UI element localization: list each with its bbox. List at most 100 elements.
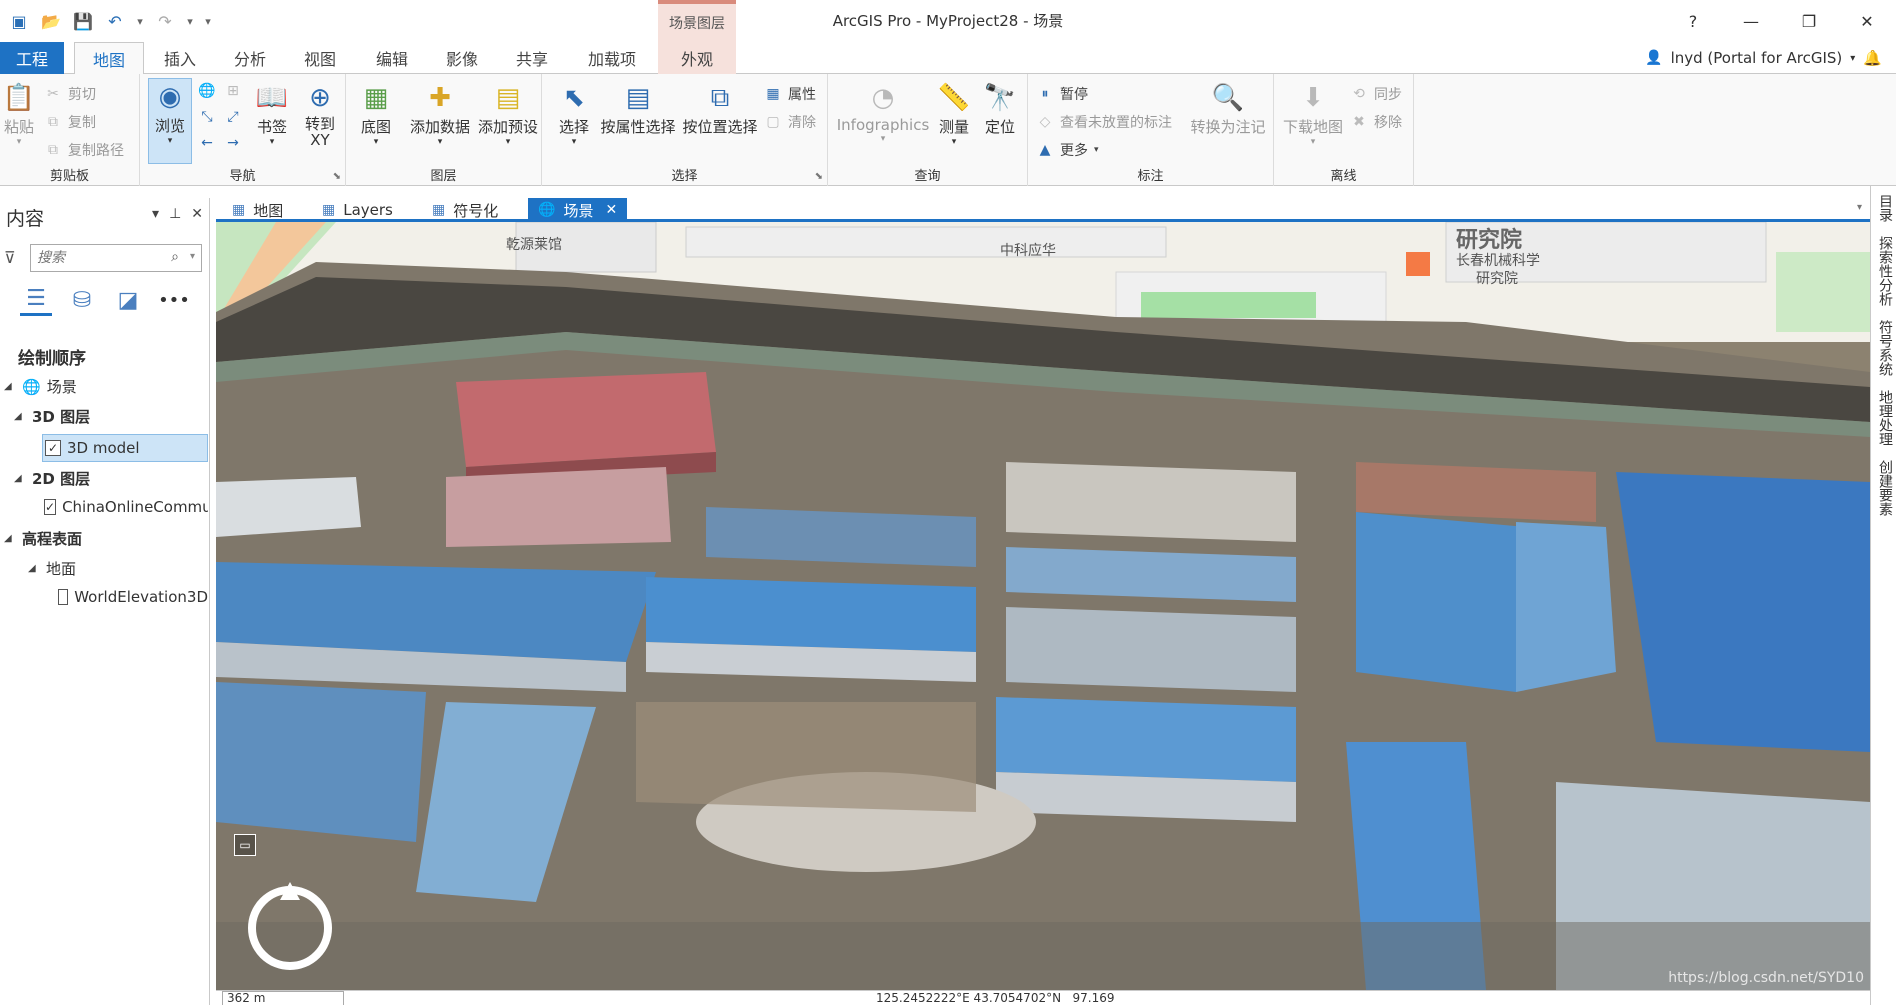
undo-icon[interactable]: ↶ xyxy=(102,8,128,34)
goto-xy-button[interactable]: ⊕ 转到 XY xyxy=(298,80,342,148)
infographics-button[interactable]: ◔ Infographics ▾ xyxy=(837,80,930,144)
cut-button[interactable]: ✂ 剪切 xyxy=(44,84,96,104)
user-area[interactable]: 👤 lnyd (Portal for ArcGIS) ▾ 🔔 xyxy=(1645,42,1882,74)
tree-elevation-surfaces[interactable]: ◢ 高程表面 xyxy=(4,528,82,549)
remove-button[interactable]: ✖ 移除 xyxy=(1350,112,1402,132)
selection-launcher-icon[interactable]: ⬊ xyxy=(815,171,823,182)
list-by-data-source-icon[interactable]: ⛁ xyxy=(66,284,98,316)
tree-3d-model[interactable]: ✓ 3D model xyxy=(42,434,208,462)
pin-icon[interactable]: ⊥ xyxy=(169,206,181,222)
view-tab-layers[interactable]: ▦ Layers xyxy=(312,198,403,222)
undo-dropdown-icon[interactable]: ▾ xyxy=(134,8,146,34)
search-dropdown-icon[interactable]: ▾ xyxy=(190,251,195,262)
redo-icon[interactable]: ↷ xyxy=(152,8,178,34)
select-by-attributes-button[interactable]: ▤ 按属性选择 xyxy=(598,80,678,137)
add-data-button[interactable]: ✚ 添加数据 ▾ xyxy=(406,80,474,147)
open-project-icon[interactable]: 📂 xyxy=(38,8,64,34)
minimize-button[interactable]: — xyxy=(1722,0,1780,42)
add-preset-button[interactable]: ▤ 添加预设 ▾ xyxy=(474,80,542,147)
list-by-drawing-order-icon[interactable]: ☰ xyxy=(20,284,52,316)
map-icon: ▦ xyxy=(322,202,336,218)
zoom-in-icon[interactable]: ⤡ xyxy=(198,108,216,126)
dock-geoprocessing[interactable]: 地理处理 xyxy=(1875,390,1895,446)
locate-button[interactable]: 🔭 定位 xyxy=(978,80,1022,137)
right-dock: 目录 探索性分析 符号系统 地理处理 创建要素 xyxy=(1870,186,1896,1005)
close-button[interactable]: ✕ xyxy=(1838,0,1896,42)
dock-symbology[interactable]: 符号系统 xyxy=(1875,320,1895,376)
more-views-icon[interactable]: ••• xyxy=(158,284,190,316)
zoom-out-icon[interactable]: ⤢ xyxy=(224,108,242,126)
layer-visibility-checkbox[interactable] xyxy=(58,589,69,605)
tree-china-online[interactable]: ✓ ChinaOnlineCommunity xyxy=(44,498,208,516)
view-tabs-dropdown-icon[interactable]: ▾ xyxy=(1857,202,1862,213)
contents-search-box[interactable]: ⌕ ▾ xyxy=(30,244,202,272)
view-tab-scene[interactable]: 🌐 场景 ✕ xyxy=(528,198,628,222)
dock-catalog[interactable]: 目录 xyxy=(1875,194,1895,222)
copy-path-button[interactable]: ⧉ 复制路径 xyxy=(44,140,124,160)
dock-create-features[interactable]: 创建要素 xyxy=(1875,460,1895,516)
new-project-icon[interactable]: ▣ xyxy=(6,8,32,34)
navigator-compass-icon[interactable] xyxy=(244,882,336,974)
scene-view[interactable]: 乾源莱馆 中科应华 研究院 长春机械科学 研究院 ▭ https://blog.… xyxy=(216,222,1870,990)
tab-analysis[interactable]: 分析 xyxy=(220,42,280,74)
pane-close-icon[interactable]: ✕ xyxy=(191,206,203,222)
attributes-button[interactable]: ▦ 属性 xyxy=(764,84,816,104)
paste-button[interactable]: 📋 粘贴 ▾ xyxy=(2,80,36,147)
next-extent-icon[interactable]: → xyxy=(224,134,242,152)
contents-search-input[interactable] xyxy=(37,250,157,266)
tab-view[interactable]: 视图 xyxy=(290,42,350,74)
restore-button[interactable]: ❐ xyxy=(1780,0,1838,42)
tab-map[interactable]: 地图 xyxy=(74,42,144,75)
help-button[interactable]: ? xyxy=(1664,0,1722,42)
notification-bell-icon[interactable]: 🔔 xyxy=(1863,49,1882,67)
tab-insert[interactable]: 插入 xyxy=(150,42,210,74)
select-by-location-button[interactable]: ⧉ 按位置选择 xyxy=(680,80,760,137)
layer-visibility-checkbox[interactable]: ✓ xyxy=(45,440,61,456)
pane-menu-icon[interactable]: ▾ xyxy=(152,206,159,222)
user-name[interactable]: lnyd (Portal for ArcGIS) xyxy=(1671,49,1843,67)
sync-button[interactable]: ⟲ 同步 xyxy=(1350,84,1402,104)
user-dropdown-icon[interactable]: ▾ xyxy=(1850,53,1855,64)
tree-world-elevation[interactable]: WorldElevation3D xyxy=(58,588,208,606)
group-labeling: ⏸ 暂停 ◇ 查看未放置的标注 ▲ 更多 ▾ 🔍 转换为注记 标注 xyxy=(1028,74,1274,186)
dock-exploratory-analysis[interactable]: 探索性分析 xyxy=(1875,236,1895,306)
scale-input[interactable]: 362 m xyxy=(222,991,344,1005)
customize-toolbar-icon[interactable]: ▾ xyxy=(202,8,214,34)
pause-labels-button[interactable]: ⏸ 暂停 xyxy=(1036,84,1089,104)
navigator-toggle-icon[interactable]: ▭ xyxy=(234,834,256,856)
tab-share[interactable]: 共享 xyxy=(502,42,562,74)
filter-icon[interactable]: ⊽ xyxy=(4,248,16,267)
view-tab-symbology[interactable]: ▦ 符号化 xyxy=(422,198,508,222)
tab-project[interactable]: 工程 xyxy=(0,42,64,74)
navigate-launcher-icon[interactable]: ⬊ xyxy=(333,171,341,182)
view-unplaced-button[interactable]: ◇ 查看未放置的标注 xyxy=(1036,112,1172,132)
search-icon[interactable]: ⌕ xyxy=(171,249,179,265)
clear-button[interactable]: ▢ 清除 xyxy=(764,112,816,132)
tree-scene[interactable]: ◢ 🌐 场景 xyxy=(4,376,77,397)
more-labeling-button[interactable]: ▲ 更多 ▾ xyxy=(1036,140,1099,160)
convert-to-annotation-button[interactable]: 🔍 转换为注记 xyxy=(1188,80,1268,137)
select-button[interactable]: ⬉ 选择 ▾ xyxy=(552,80,596,147)
fixed-zoom-icon[interactable]: ⊞ xyxy=(224,82,242,100)
tree-2d-layers[interactable]: ◢ 2D 图层 xyxy=(14,468,90,489)
view-tab-map[interactable]: ▦ 地图 xyxy=(222,198,293,222)
tree-3d-layers[interactable]: ◢ 3D 图层 xyxy=(14,406,90,427)
tab-appearance[interactable]: 外观 xyxy=(658,42,736,74)
previous-extent-icon[interactable]: ← xyxy=(198,134,216,152)
tab-edit[interactable]: 编辑 xyxy=(362,42,422,74)
tree-ground[interactable]: ◢ 地面 xyxy=(28,558,76,579)
list-by-selection-icon[interactable]: ◪ xyxy=(112,284,144,316)
layer-visibility-checkbox[interactable]: ✓ xyxy=(44,499,57,515)
measure-button[interactable]: 📏 测量 ▾ xyxy=(932,80,976,147)
bookmarks-button[interactable]: 📖 书签 ▾ xyxy=(250,80,294,147)
basemap-button[interactable]: ▦ 底图 ▾ xyxy=(356,80,396,147)
tab-imagery[interactable]: 影像 xyxy=(432,42,492,74)
copy-button[interactable]: ⧉ 复制 xyxy=(44,112,96,132)
explore-button[interactable]: ◉ 浏览 ▾ xyxy=(148,78,192,164)
tab-addin[interactable]: 加载项 xyxy=(574,42,650,74)
download-map-button[interactable]: ⬇ 下载地图 ▾ xyxy=(1282,80,1344,147)
close-tab-icon[interactable]: ✕ xyxy=(605,202,617,218)
redo-dropdown-icon[interactable]: ▾ xyxy=(184,8,196,34)
save-project-icon[interactable]: 💾 xyxy=(70,8,96,34)
full-extent-icon[interactable]: 🌐 xyxy=(198,82,216,100)
